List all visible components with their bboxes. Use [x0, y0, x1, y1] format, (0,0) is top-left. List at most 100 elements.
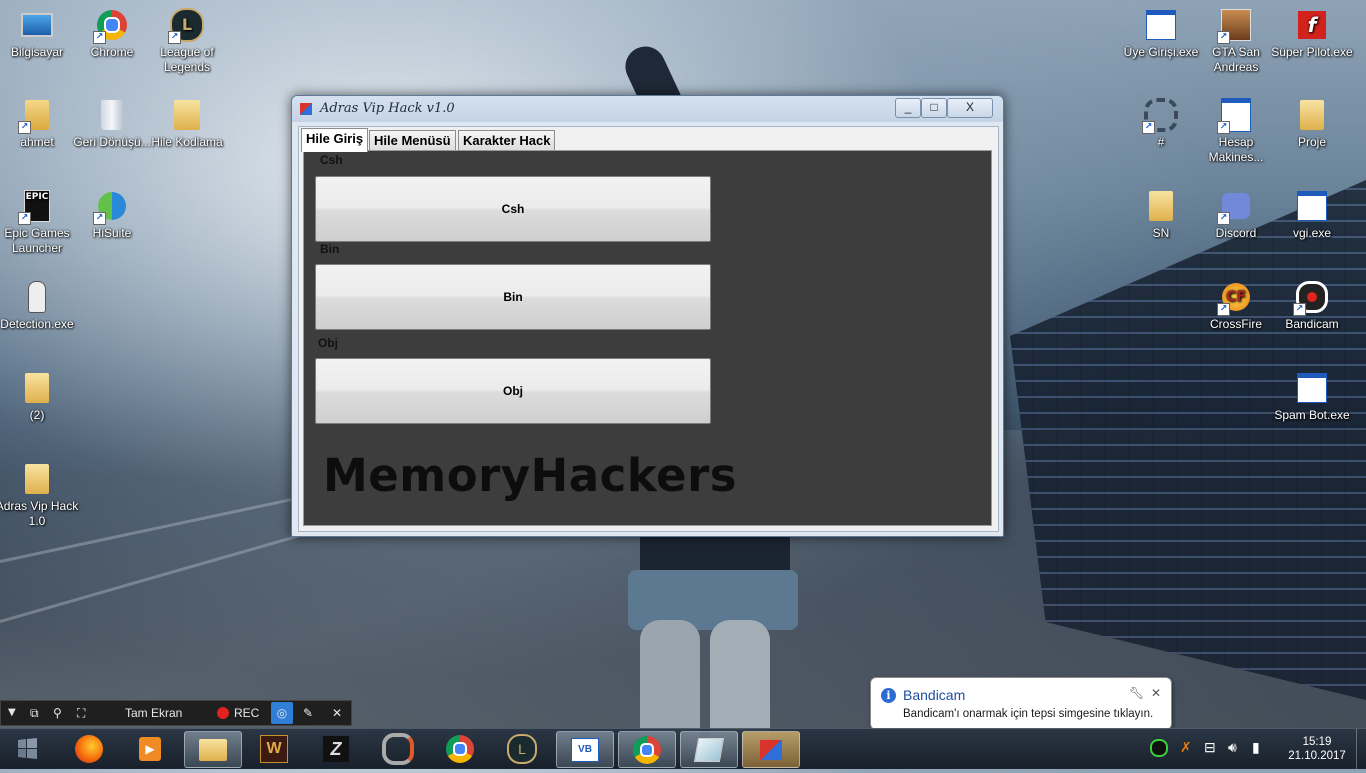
power-icon[interactable]: ▮	[1252, 739, 1260, 756]
info-icon: i	[881, 688, 896, 703]
start-button[interactable]	[6, 730, 50, 768]
desktop-icon-adras-vip-hack[interactable]: Adras Vip Hack 1.0	[0, 462, 82, 529]
csh-button[interactable]: Csh	[315, 176, 711, 242]
tab-hile-menusu[interactable]: Hile Menüsü	[369, 130, 456, 151]
taskbar-chrome[interactable]	[432, 731, 488, 766]
folder-icon	[1144, 189, 1178, 223]
obj-button[interactable]: Obj	[315, 358, 711, 424]
record-icon	[217, 707, 229, 719]
folder-icon	[20, 462, 54, 496]
taskbar-chrome-2[interactable]	[618, 731, 676, 768]
folder-icon	[170, 98, 204, 132]
app-icon	[300, 103, 312, 115]
close-icon[interactable]: ✕	[332, 705, 342, 721]
tab-hile-giris[interactable]: Hile Giriş	[301, 128, 369, 152]
network-icon[interactable]: ⊟	[1204, 739, 1216, 756]
desktop-icon-league-of-legends[interactable]: L ↗ League of Legends	[142, 8, 232, 75]
taskbar-league-of-legends[interactable]: L	[494, 731, 550, 766]
taskbar-adras-vip-hack[interactable]	[742, 731, 800, 768]
app-window-icon	[1144, 8, 1178, 42]
crossfire-icon: CF ↗	[1217, 280, 1253, 316]
user-folder-icon: ↗	[18, 98, 54, 134]
fullscreen-label[interactable]: Tam Ekran	[125, 705, 182, 721]
app-icon	[760, 739, 782, 760]
desktop-icon-vgi[interactable]: vgi.exe	[1267, 189, 1357, 241]
brand-text: MemoryHackers	[323, 449, 738, 502]
folder-icon	[1295, 98, 1329, 132]
chrome-icon	[633, 735, 661, 764]
visual-basic-icon: VB	[571, 737, 599, 762]
desktop-icon-hisuite[interactable]: ↗ HiSuite	[67, 189, 157, 241]
media-player-icon: ▶	[139, 736, 161, 761]
maximize-button[interactable]: □	[921, 98, 947, 118]
window-mode-icon[interactable]: ⧉	[30, 705, 39, 721]
crop-icon[interactable]: ⛶	[77, 705, 85, 721]
windows-logo-icon	[18, 738, 37, 759]
pencil-icon[interactable]: ✎	[303, 705, 313, 721]
notification-balloon[interactable]: i Bandicam Bandicam'ı onarmak için tepsi…	[870, 677, 1172, 730]
group-label-bin: Bin	[320, 242, 340, 256]
epic-games-icon: EPIC ↗	[18, 189, 54, 225]
desktop-icon-super-pilot[interactable]: f Süper Pilot.exe	[1267, 8, 1357, 60]
detective-icon	[20, 280, 54, 314]
bandicam-tray-icon[interactable]	[1150, 739, 1168, 757]
wrench-icon[interactable]: 🔧︎	[1129, 686, 1144, 700]
window-titlebar[interactable]: Adras Vip Hack v1.0 _ □ X	[292, 96, 1003, 122]
gear-icon: ↗	[1142, 98, 1178, 134]
minimize-button[interactable]: _	[895, 98, 921, 118]
taskbar-app-z[interactable]: Z	[308, 731, 364, 766]
taskbar-app-w[interactable]: W	[246, 731, 302, 766]
desktop-icon-detection[interactable]: Detection.exe	[0, 280, 82, 332]
gta-icon: ↗	[1217, 8, 1253, 44]
camera-icon[interactable]: ◎	[271, 702, 293, 724]
notification-message: Bandicam'ı onarmak için tepsi simgesine …	[903, 708, 1154, 720]
folder-icon	[20, 371, 54, 405]
desktop-icon-hile-kodlama[interactable]: Hile Kodlama	[142, 98, 232, 150]
tab-panel: Csh Csh Bin Bin Obj Obj MemoryHackers	[303, 150, 992, 526]
taskbar-visual-basic[interactable]: VB	[556, 731, 614, 768]
show-desktop-button[interactable]	[1356, 729, 1366, 769]
calculator-icon: ↗	[1217, 98, 1253, 134]
system-clock[interactable]: 15:19 21.10.2017	[1282, 735, 1352, 763]
computer-icon	[20, 8, 54, 42]
league-of-legends-icon: L ↗	[168, 8, 204, 44]
app-window-icon	[1295, 189, 1329, 223]
bandicam-icon: ↗	[1293, 280, 1329, 316]
recycle-bin-icon	[95, 98, 129, 132]
close-icon[interactable]: ✕	[1151, 686, 1161, 700]
clock-time: 15:19	[1302, 736, 1332, 748]
w-game-icon: W	[260, 734, 288, 763]
taskbar: ▶ W Z L VB ✗ ⊟ 🔊︎ ▮ 15:19 21.10.2017	[0, 728, 1366, 769]
rec-button[interactable]: REC	[217, 705, 259, 721]
group-label-obj: Obj	[318, 336, 338, 350]
taskbar-firefox[interactable]	[61, 731, 117, 766]
notes-icon	[693, 737, 725, 762]
window-client: Hile Giriş Hile Menüsü Karakter Hack Csh…	[298, 126, 999, 532]
tab-karakter-hack[interactable]: Karakter Hack	[458, 130, 556, 151]
discord-icon: ↗	[1217, 189, 1253, 225]
desktop-icon-proje[interactable]: Proje	[1267, 98, 1357, 150]
chrome-icon: ↗	[93, 8, 129, 44]
hisuite-icon: ↗	[93, 189, 129, 225]
close-button[interactable]: X	[947, 98, 993, 118]
chevron-down-icon[interactable]: ▼	[8, 705, 16, 721]
ring-app-icon	[382, 732, 414, 765]
search-icon[interactable]: ⚲	[53, 705, 62, 721]
group-label-csh: Csh	[320, 153, 343, 167]
taskbar-notes[interactable]	[680, 731, 738, 768]
desktop-icon-2[interactable]: (2)	[0, 371, 82, 423]
taskbar-explorer[interactable]	[184, 731, 242, 768]
wallpaper-warehouse	[1010, 180, 1366, 700]
taskbar-app-ring[interactable]	[370, 731, 426, 766]
crossfire-tray-icon[interactable]: ✗	[1180, 739, 1192, 756]
clock-date: 21.10.2017	[1288, 750, 1346, 762]
desktop-icon-spam-bot[interactable]: Spam Bot.exe	[1267, 371, 1357, 423]
bin-button[interactable]: Bin	[315, 264, 711, 330]
bandicam-toolbar: ▼ ⧉ ⚲ ⛶ Tam Ekran REC ◎ ✎ ✕	[0, 700, 352, 726]
desktop-icon-bandicam[interactable]: ↗ Bandicam	[1267, 280, 1357, 332]
taskbar-media-player[interactable]: ▶	[122, 731, 178, 766]
volume-icon[interactable]: 🔊︎	[1228, 739, 1237, 756]
window-title: Adras Vip Hack v1.0	[320, 101, 455, 116]
app-window-icon	[1295, 371, 1329, 405]
z-game-icon: Z	[323, 735, 349, 762]
